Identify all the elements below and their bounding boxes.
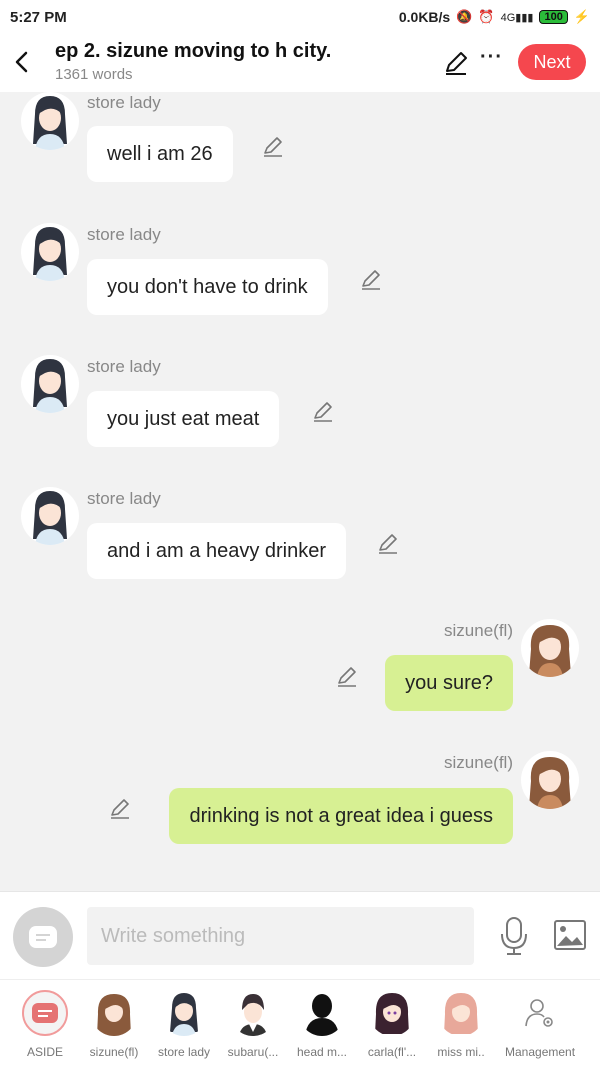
character-sizune[interactable]: sizune(fl)	[79, 990, 149, 1059]
message-bubble[interactable]: you just eat meat	[87, 391, 280, 447]
character-label: store lady	[157, 1045, 211, 1059]
avatar-sizune	[91, 990, 137, 1036]
episode-title: ep 2. sizune moving to h city.	[55, 40, 332, 62]
character-label: sizune(fl)	[89, 1045, 139, 1059]
speaker-name: store lady	[87, 93, 161, 112]
aside-toggle-button[interactable]	[13, 907, 73, 967]
edit-message-icon[interactable]	[312, 401, 334, 423]
compose-bar	[0, 891, 600, 979]
message-input[interactable]	[87, 907, 474, 965]
message-bubble[interactable]: you don't have to drink	[87, 259, 328, 315]
more-options-button[interactable]: ···	[480, 46, 503, 69]
chat-area[interactable]: store lady well i am 26 store lady you d…	[0, 92, 600, 891]
aside-icon	[22, 990, 68, 1036]
avatar-store-lady[interactable]	[21, 487, 79, 545]
management-button[interactable]: Management	[505, 990, 575, 1059]
character-label: miss mi..	[437, 1045, 485, 1059]
character-head-m[interactable]: head m...	[287, 990, 357, 1059]
character-aside[interactable]: ASIDE	[10, 990, 80, 1059]
management-icon	[517, 990, 563, 1036]
character-label: Management	[505, 1045, 575, 1059]
status-bar: 5:27 PM 0.0KB/s 🔕 ⏰ 4G▮▮▮ 100 ⚡	[0, 0, 600, 34]
character-label: subaru(...	[227, 1045, 279, 1059]
avatar-sizune[interactable]	[521, 751, 579, 809]
aside-icon	[29, 926, 57, 948]
microphone-icon[interactable]	[497, 916, 531, 956]
speaker-name: store lady	[87, 357, 161, 376]
character-carla[interactable]: carla(fl'...	[357, 990, 427, 1059]
character-miss-mi[interactable]: miss mi..	[426, 990, 496, 1059]
edit-message-icon[interactable]	[360, 269, 382, 291]
character-bar: ASIDE sizune(fl) store lady subaru(... h…	[0, 979, 600, 1067]
battery-icon: 100	[539, 10, 568, 24]
alarm-icon: ⏰	[478, 9, 495, 24]
edit-message-icon[interactable]	[262, 136, 284, 158]
chevron-left-icon	[15, 51, 28, 73]
network-type: 4G	[500, 11, 516, 24]
speaker-name: store lady	[87, 489, 161, 508]
avatar-subaru	[230, 990, 276, 1036]
character-subaru[interactable]: subaru(...	[218, 990, 288, 1059]
speaker-name: sizune(fl)	[444, 753, 513, 772]
character-label: carla(fl'...	[367, 1045, 417, 1059]
avatar-store-lady[interactable]	[21, 223, 79, 281]
character-label: head m...	[296, 1045, 348, 1059]
word-count: 1361 words	[55, 66, 133, 83]
avatar-store-lady	[161, 990, 207, 1036]
avatar-miss-mi	[438, 990, 484, 1036]
character-label: ASIDE	[26, 1045, 63, 1059]
avatar-store-lady[interactable]	[21, 355, 79, 413]
message-bubble[interactable]: well i am 26	[87, 126, 233, 182]
edit-title-icon[interactable]	[443, 50, 469, 76]
avatar-carla	[369, 990, 415, 1036]
avatar-silhouette	[299, 990, 345, 1036]
status-time: 5:27 PM	[10, 8, 67, 26]
edit-message-icon[interactable]	[109, 798, 131, 820]
status-right: 0.0KB/s 🔕 ⏰ 4G▮▮▮ 100 ⚡	[399, 9, 590, 25]
back-button[interactable]	[10, 48, 32, 76]
avatar-store-lady[interactable]	[21, 92, 79, 150]
speaker-name: store lady	[87, 225, 161, 244]
next-button[interactable]: Next	[518, 44, 586, 80]
edit-message-icon[interactable]	[336, 666, 358, 688]
avatar-sizune[interactable]	[521, 619, 579, 677]
message-bubble[interactable]: drinking is not a great idea i guess	[169, 788, 513, 844]
charging-icon: ⚡	[573, 9, 590, 24]
image-icon[interactable]	[553, 919, 587, 951]
signal-icon: 4G▮▮▮	[500, 11, 534, 24]
edit-message-icon[interactable]	[377, 533, 399, 555]
speaker-name: sizune(fl)	[444, 621, 513, 640]
status-speed: 0.0KB/s	[398, 9, 451, 25]
title-block: ep 2. sizune moving to h city. 1361 word…	[55, 40, 331, 83]
character-store-lady[interactable]: store lady	[149, 990, 219, 1059]
mute-bell-icon: 🔕	[456, 9, 473, 24]
message-bubble[interactable]: and i am a heavy drinker	[87, 523, 347, 579]
message-bubble[interactable]: you sure?	[385, 655, 513, 711]
editor-header: ep 2. sizune moving to h city. 1361 word…	[0, 34, 600, 92]
